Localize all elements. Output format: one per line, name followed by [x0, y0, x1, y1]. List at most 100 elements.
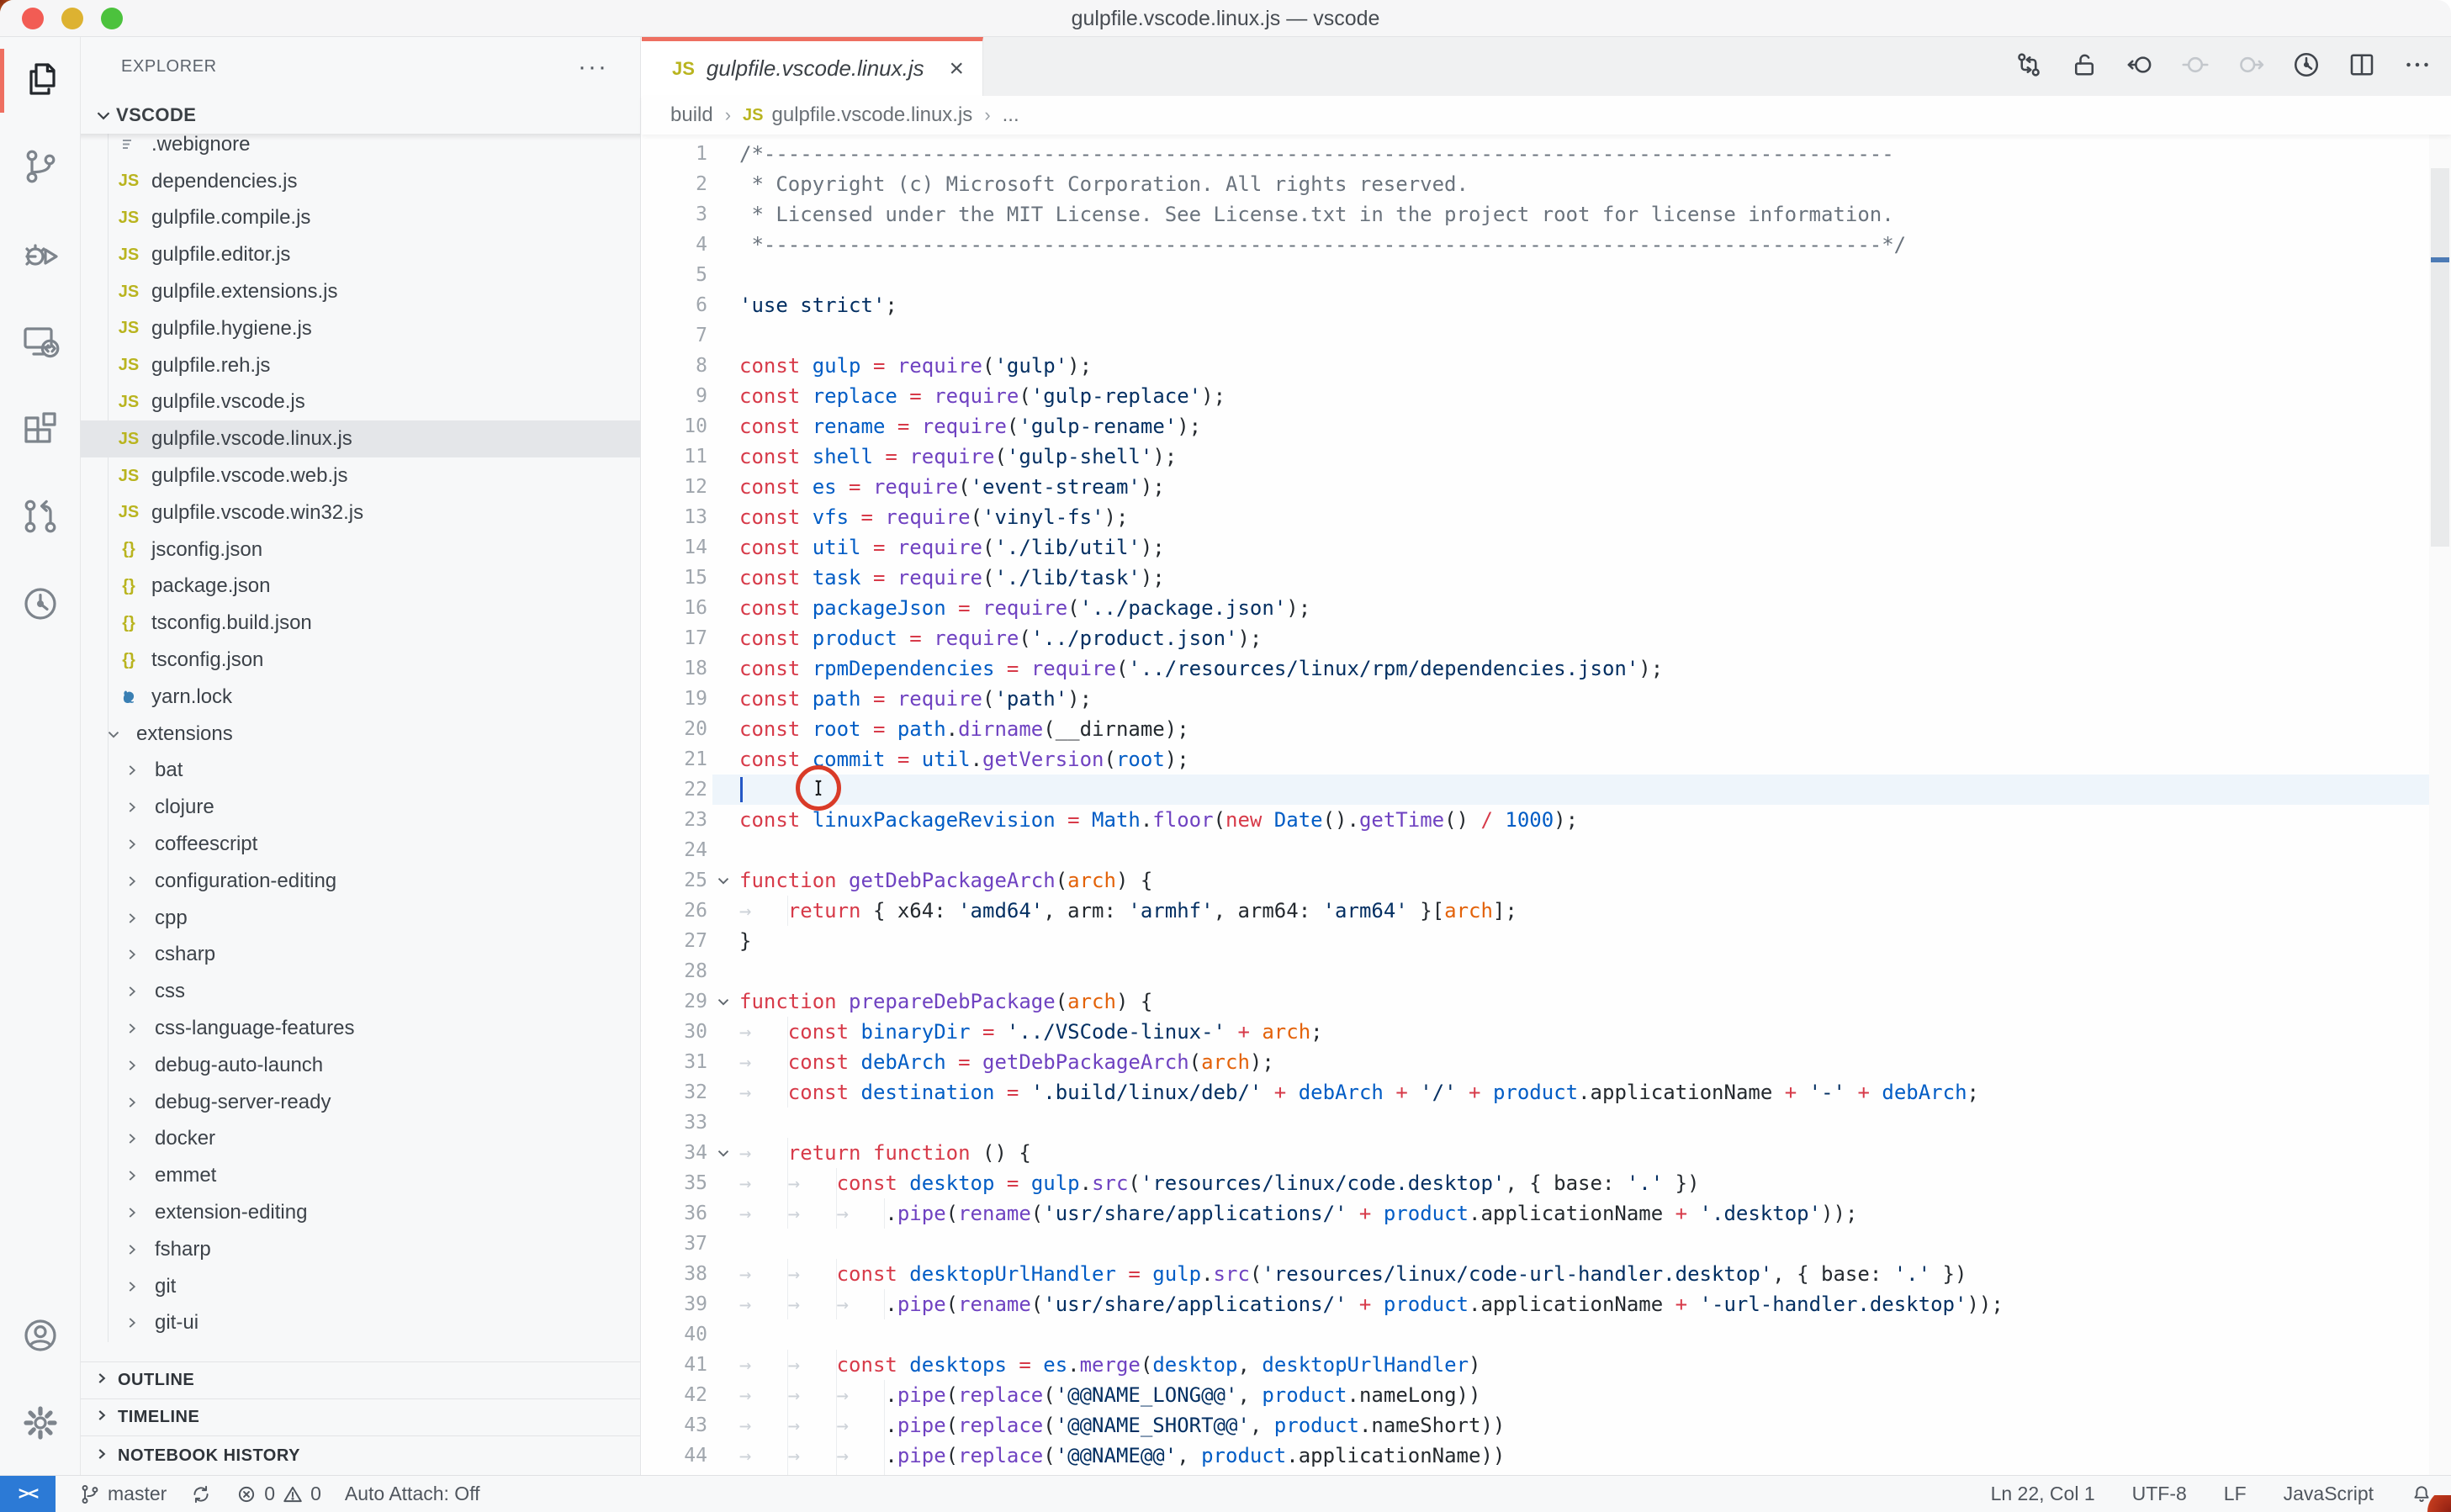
code-line-3[interactable]: 3 * Licensed under the MIT License. See … — [642, 199, 2429, 230]
line-number[interactable]: 17 — [642, 623, 707, 653]
eol-item[interactable]: LF — [2224, 1483, 2247, 1505]
code-line-44[interactable]: 44→→→.pipe(replace('@@NAME@@', product.a… — [642, 1441, 2429, 1471]
line-number[interactable]: 40 — [642, 1319, 707, 1350]
line-number[interactable]: 10 — [642, 411, 707, 441]
language-mode-item[interactable]: JavaScript — [2284, 1483, 2374, 1505]
tree-folder-configuration-editing[interactable]: configuration-editing — [81, 863, 640, 900]
tree-folder-debug-auto-launch[interactable]: debug-auto-launch — [81, 1047, 640, 1084]
code-line-24[interactable]: 24 — [642, 835, 2429, 865]
code-line-17[interactable]: 17const product = require('../product.js… — [642, 623, 2429, 653]
tree-folder-csharp[interactable]: csharp — [81, 937, 640, 974]
tree-file-yarn.lock[interactable]: yarn.lock — [81, 679, 640, 716]
code-line-41[interactable]: 41→→const desktops = es.merge(desktop, d… — [642, 1350, 2429, 1380]
line-number[interactable]: 8 — [642, 351, 707, 381]
split-editor-button[interactable] — [2340, 45, 2384, 88]
activity-item-github-pull-requests[interactable] — [0, 474, 81, 562]
line-number[interactable]: 11 — [642, 441, 707, 472]
line-number[interactable]: 33 — [642, 1108, 707, 1138]
line-number[interactable]: 19 — [642, 684, 707, 714]
line-number[interactable]: 12 — [642, 472, 707, 502]
code-line-26[interactable]: 26→return { x64: 'amd64', arm: 'armhf', … — [642, 896, 2429, 926]
line-number[interactable]: 31 — [642, 1047, 707, 1077]
code-line-43[interactable]: 43→→→.pipe(replace('@@NAME_SHORT@@', pro… — [642, 1410, 2429, 1441]
tree-folder-docker[interactable]: docker — [81, 1121, 640, 1158]
tree-folder-extension-editing[interactable]: extension-editing — [81, 1194, 640, 1231]
editor-scrollbar[interactable] — [2429, 135, 2451, 1475]
cursor-position-item[interactable]: Ln 22, Col 1 — [1991, 1483, 2095, 1505]
code-line-1[interactable]: 1/*-------------------------------------… — [642, 139, 2429, 169]
code-line-33[interactable]: 33 — [642, 1108, 2429, 1138]
tree-file-gulpfile.vscode.linux.js[interactable]: JSgulpfile.vscode.linux.js — [81, 420, 640, 457]
open-changes-button[interactable] — [2007, 45, 2051, 88]
line-number[interactable]: 3 — [642, 199, 707, 230]
code-line-27[interactable]: 27} — [642, 926, 2429, 956]
tree-folder-coffeescript[interactable]: coffeescript — [81, 826, 640, 863]
tree-folder-bat[interactable]: bat — [81, 753, 640, 790]
line-number[interactable]: 35 — [642, 1168, 707, 1198]
code-line-22[interactable]: 22 — [642, 775, 2429, 805]
line-number[interactable]: 2 — [642, 169, 707, 199]
tree-file-jsconfig.json[interactable]: {}jsconfig.json — [81, 531, 640, 568]
code-line-40[interactable]: 40 — [642, 1319, 2429, 1350]
line-number[interactable]: 42 — [642, 1380, 707, 1410]
activity-item-timeline[interactable] — [0, 562, 81, 649]
code-line-38[interactable]: 38→→const desktopUrlHandler = gulp.src('… — [642, 1259, 2429, 1289]
code-line-32[interactable]: 32→const destination = '.build/linux/deb… — [642, 1077, 2429, 1108]
line-number[interactable]: 37 — [642, 1229, 707, 1259]
tree-file-gulpfile.compile.js[interactable]: JSgulpfile.compile.js — [81, 200, 640, 237]
fold-chevron-icon[interactable] — [707, 1138, 739, 1168]
tree-folder-debug-server-ready[interactable]: debug-server-ready — [81, 1084, 640, 1121]
code-line-7[interactable]: 7 — [642, 320, 2429, 351]
git-branch-item[interactable]: master — [79, 1483, 167, 1505]
code-line-21[interactable]: 21const commit = util.getVersion(root); — [642, 744, 2429, 775]
line-number[interactable]: 5 — [642, 260, 707, 290]
line-number[interactable]: 39 — [642, 1289, 707, 1319]
tree-folder-css-language-features[interactable]: css-language-features — [81, 1010, 640, 1047]
problems-item[interactable]: 0 0 — [236, 1483, 321, 1505]
sync-changes-button[interactable] — [190, 1483, 212, 1505]
line-number[interactable]: 21 — [642, 744, 707, 775]
line-number[interactable]: 30 — [642, 1017, 707, 1047]
tree-folder-emmet[interactable]: emmet — [81, 1157, 640, 1194]
line-number[interactable]: 4 — [642, 230, 707, 260]
code-line-18[interactable]: 18const rpmDependencies = require('../re… — [642, 653, 2429, 684]
activity-item-remote-explorer[interactable] — [0, 299, 81, 387]
tree-folder-fsharp[interactable]: fsharp — [81, 1231, 640, 1268]
code-line-13[interactable]: 13const vfs = require('vinyl-fs'); — [642, 502, 2429, 532]
tree-file-tsconfig.json[interactable]: {}tsconfig.json — [81, 642, 640, 679]
panel-header-outline[interactable]: OUTLINE — [81, 1361, 640, 1398]
auto-attach-item[interactable]: Auto Attach: Off — [345, 1483, 480, 1505]
code-line-34[interactable]: 34→return function () { — [642, 1138, 2429, 1168]
activity-item-explorer[interactable] — [0, 37, 81, 124]
code-line-31[interactable]: 31→const debArch = getDebPackageArch(arc… — [642, 1047, 2429, 1077]
tree-file-gulpfile.hygiene.js[interactable]: JSgulpfile.hygiene.js — [81, 310, 640, 347]
code-line-25[interactable]: 25function getDebPackageArch(arch) { — [642, 865, 2429, 896]
line-number[interactable]: 32 — [642, 1077, 707, 1108]
tree-folder-git-ui[interactable]: git-ui — [81, 1305, 640, 1342]
code-line-29[interactable]: 29function prepareDebPackage(arch) { — [642, 986, 2429, 1017]
code-line-9[interactable]: 9const replace = require('gulp-replace')… — [642, 381, 2429, 411]
line-number[interactable]: 23 — [642, 805, 707, 835]
code-line-36[interactable]: 36→→→.pipe(rename('usr/share/application… — [642, 1198, 2429, 1229]
remote-indicator[interactable]: >< — [0, 1476, 56, 1512]
code-line-19[interactable]: 19const path = require('path'); — [642, 684, 2429, 714]
tree-folder-css[interactable]: css — [81, 973, 640, 1010]
line-number[interactable]: 43 — [642, 1410, 707, 1441]
tree-file-dependencies.js[interactable]: JSdependencies.js — [81, 163, 640, 200]
tree-file-gulpfile.vscode.web.js[interactable]: JSgulpfile.vscode.web.js — [81, 457, 640, 494]
line-number[interactable]: 14 — [642, 532, 707, 563]
code-line-30[interactable]: 30→const binaryDir = '../VSCode-linux-' … — [642, 1017, 2429, 1047]
tree-folder-extensions[interactable]: extensions — [81, 716, 640, 753]
panel-header-notebook-history[interactable]: NOTEBOOK HISTORY — [81, 1435, 640, 1475]
tab-gulpfile-vscode-linux-js[interactable]: JS gulpfile.vscode.linux.js × — [642, 37, 983, 96]
line-number[interactable]: 20 — [642, 714, 707, 744]
navigate-back-button[interactable] — [2118, 45, 2162, 88]
line-number[interactable]: 24 — [642, 835, 707, 865]
line-number[interactable]: 6 — [642, 290, 707, 320]
line-number[interactable]: 29 — [642, 986, 707, 1017]
code-line-16[interactable]: 16const packageJson = require('../packag… — [642, 593, 2429, 623]
line-number[interactable]: 36 — [642, 1198, 707, 1229]
code-line-35[interactable]: 35→→const desktop = gulp.src('resources/… — [642, 1168, 2429, 1198]
activity-item-extensions[interactable] — [0, 387, 81, 474]
code-line-11[interactable]: 11const shell = require('gulp-shell'); — [642, 441, 2429, 472]
